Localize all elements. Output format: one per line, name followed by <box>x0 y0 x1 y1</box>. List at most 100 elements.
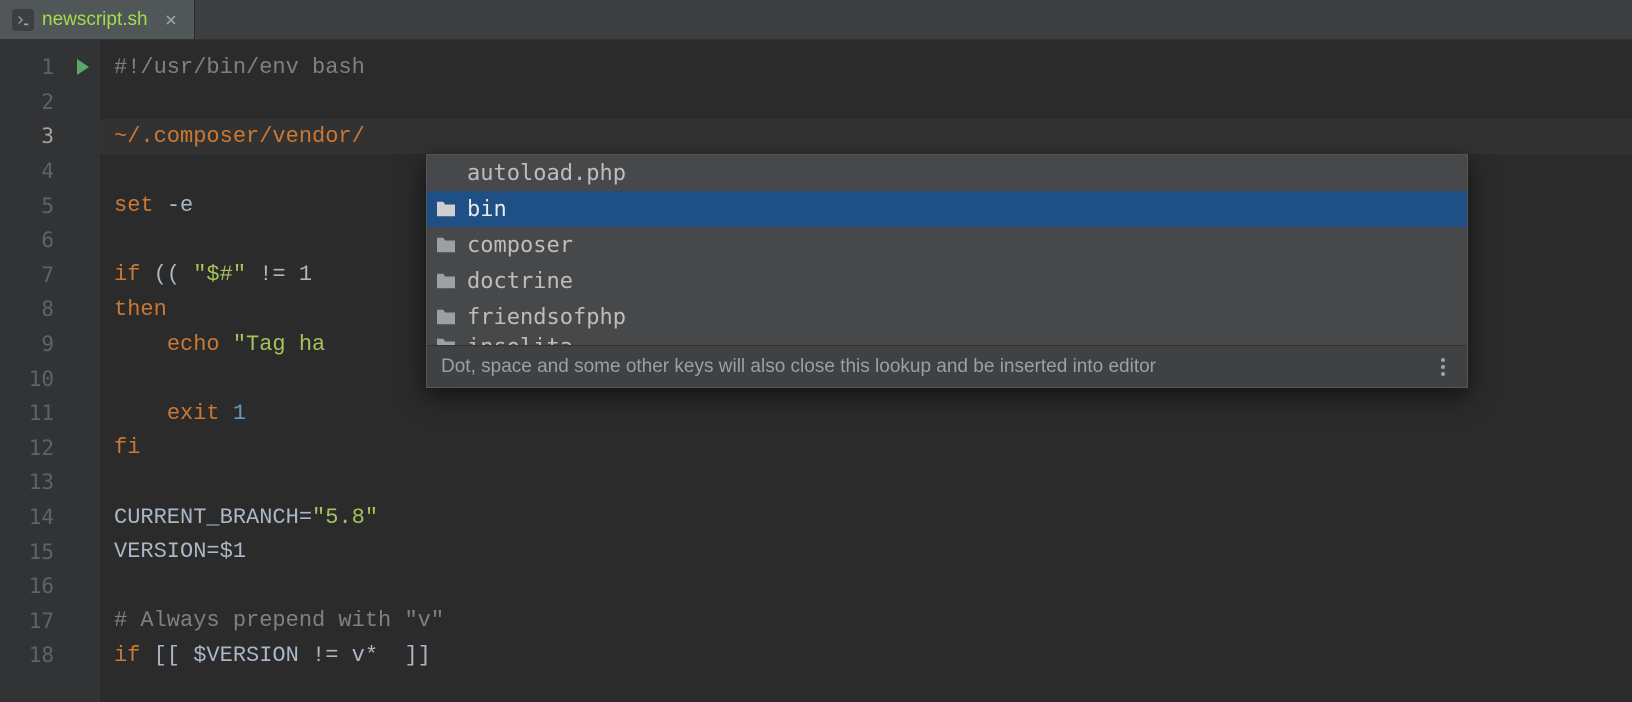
completion-item[interactable]: friendsofphp <box>427 299 1467 335</box>
gutter-row[interactable]: 17 <box>0 604 100 639</box>
code-completion-popup: autoload.php bin composer doctrine friendsof… <box>426 154 1468 388</box>
typed-path: ~/.composer/vendor/ <box>114 124 365 149</box>
completion-item-label: friendsofphp <box>467 305 1455 330</box>
gutter-row[interactable]: 10 <box>0 361 100 396</box>
code-line-current: ~/.composer/vendor/ <box>100 119 1632 154</box>
code-line <box>100 569 1632 604</box>
code-line: #!/usr/bin/env bash <box>100 50 1632 85</box>
shebang-prefix: #! <box>114 55 140 80</box>
kw-fi: fi <box>114 435 140 460</box>
line-number: 9 <box>41 332 54 356</box>
eq: = <box>206 539 219 564</box>
line-number: 8 <box>41 297 54 321</box>
gutter-row[interactable]: 5 <box>0 188 100 223</box>
kw-if2: if <box>114 643 140 668</box>
line-number: 4 <box>41 159 54 183</box>
gutter-row[interactable]: 7 <box>0 258 100 293</box>
editor-gutter: 123456789101112131415161718 <box>0 40 100 702</box>
line-number: 2 <box>41 90 54 114</box>
kw-echo: echo <box>167 332 220 357</box>
completion-item-label: composer <box>467 233 1455 258</box>
run-gutter-icon[interactable] <box>74 58 90 76</box>
code-line: fi <box>100 431 1632 466</box>
gutter-row[interactable]: 8 <box>0 292 100 327</box>
gutter-row[interactable]: 9 <box>0 327 100 362</box>
completion-item-label: bin <box>467 197 1455 222</box>
line-number: 18 <box>29 643 54 667</box>
code-editor: 123456789101112131415161718 #!/usr/bin/e… <box>0 40 1632 702</box>
space <box>220 401 233 426</box>
gutter-row[interactable]: 18 <box>0 638 100 673</box>
completion-item[interactable]: bin <box>427 191 1467 227</box>
line-number: 15 <box>29 540 54 564</box>
editor-tabbar: newscript.sh <box>0 0 1632 40</box>
completion-item[interactable]: doctrine <box>427 263 1467 299</box>
gutter-row[interactable]: 15 <box>0 534 100 569</box>
completion-list[interactable]: autoload.php bin composer doctrine friendsof… <box>427 155 1467 345</box>
var-version: VERSION <box>114 539 206 564</box>
tab-close-icon[interactable] <box>162 11 180 29</box>
gutter-row[interactable]: 16 <box>0 569 100 604</box>
kw-set: set <box>114 193 154 218</box>
line-number: 3 <box>41 124 54 148</box>
gutter-row[interactable]: 3 <box>0 119 100 154</box>
file-icon <box>435 162 457 184</box>
indent <box>114 401 167 426</box>
completion-item[interactable]: insolita <box>427 335 1467 345</box>
more-vertical-icon[interactable] <box>1433 358 1453 376</box>
line-number: 5 <box>41 194 54 218</box>
gutter-row[interactable]: 1 <box>0 50 100 85</box>
gutter-row[interactable]: 14 <box>0 500 100 535</box>
gutter-row[interactable]: 13 <box>0 465 100 500</box>
code-line: # Always prepend with "v" <box>100 604 1632 639</box>
completion-item[interactable]: composer <box>427 227 1467 263</box>
line-number: 14 <box>29 505 54 529</box>
set-flag: -e <box>167 193 193 218</box>
shell-file-icon <box>12 9 34 31</box>
folder-icon <box>435 306 457 328</box>
space <box>140 643 153 668</box>
completion-item-label: insolita <box>467 335 1455 345</box>
eq: = <box>299 505 312 530</box>
if-cond-var: "$#" <box>193 262 246 287</box>
line-number: 12 <box>29 436 54 460</box>
code-line <box>100 85 1632 120</box>
folder-icon <box>435 335 457 345</box>
completion-hint-text: Dot, space and some other keys will also… <box>441 356 1433 378</box>
completion-item[interactable]: autoload.php <box>427 155 1467 191</box>
line-number: 1 <box>41 55 54 79</box>
ver-value: $1 <box>220 539 246 564</box>
code-line: CURRENT_BRANCH="5.8" <box>100 500 1632 535</box>
completion-item-label: autoload.php <box>467 161 1455 186</box>
code-line: exit 1 <box>100 396 1632 431</box>
code-line: if [[ $VERSION != v* ]] <box>100 638 1632 673</box>
gutter-row[interactable]: 11 <box>0 396 100 431</box>
gutter-row[interactable]: 6 <box>0 223 100 258</box>
line-number: 7 <box>41 263 54 287</box>
shebang-path: /usr/bin/env bash <box>140 55 364 80</box>
line-number: 17 <box>29 609 54 633</box>
gutter-row[interactable]: 12 <box>0 431 100 466</box>
completion-hint-bar: Dot, space and some other keys will also… <box>427 345 1467 387</box>
gutter-row[interactable]: 2 <box>0 85 100 120</box>
var-current-branch: CURRENT_BRANCH <box>114 505 299 530</box>
line-number: 13 <box>29 470 54 494</box>
echo-string: "Tag ha <box>233 332 325 357</box>
editor-tab[interactable]: newscript.sh <box>0 0 195 39</box>
exit-code: 1 <box>233 401 246 426</box>
gutter-row[interactable]: 4 <box>0 154 100 189</box>
kw-if: if <box>114 262 154 287</box>
line-number: 11 <box>29 401 54 425</box>
comment: # Always prepend with "v" <box>114 608 444 633</box>
kw-exit: exit <box>167 401 220 426</box>
if2-rest: != v* ]] <box>299 643 431 668</box>
kw-then: then <box>114 297 167 322</box>
if2-var: $VERSION <box>193 643 299 668</box>
indent <box>114 332 167 357</box>
code-area[interactable]: #!/usr/bin/env bash ~/.composer/vendor/ … <box>100 40 1632 702</box>
if-cond-post: != 1 <box>246 262 325 287</box>
code-line <box>100 465 1632 500</box>
code-line: VERSION=$1 <box>100 534 1632 569</box>
if-cond-pre: (( <box>154 262 194 287</box>
completion-item-label: doctrine <box>467 269 1455 294</box>
